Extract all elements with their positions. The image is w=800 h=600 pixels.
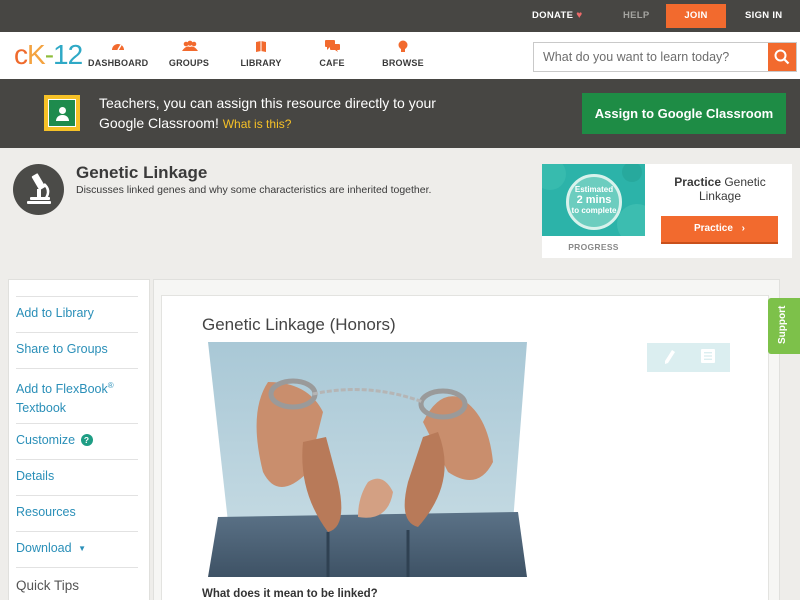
sidebar-resources[interactable]: Resources — [16, 503, 138, 522]
registered-mark: ® — [107, 381, 114, 390]
help-link[interactable]: HELP — [623, 0, 650, 32]
practice-title-bold: Practice — [674, 175, 721, 189]
sidebar-add-to-flexbook[interactable]: Add to FlexBook® Textbook — [16, 376, 138, 418]
download-label: Download — [16, 541, 72, 555]
concept-description: Discusses linked genes and why some char… — [76, 184, 432, 196]
assign-to-classroom-button[interactable]: Assign to Google Classroom — [582, 93, 786, 134]
customize-label: Customize — [16, 433, 76, 447]
dashboard-icon — [111, 40, 125, 52]
help-question-icon[interactable]: ? — [80, 434, 93, 446]
sidebar-share-to-groups[interactable]: Share to Groups — [16, 340, 138, 359]
join-button[interactable]: JOIN — [666, 4, 726, 28]
nav-groups[interactable]: GROUPS — [167, 40, 211, 68]
sidebar-divider — [16, 531, 138, 532]
banner-text: Teachers, you can assign this resource d… — [99, 93, 479, 134]
nav-cafe-label: CAFE — [319, 58, 345, 68]
handcuffed-hands-image — [208, 342, 527, 577]
nav-cafe[interactable]: CAFE — [316, 40, 348, 68]
sidebar-quick-tips[interactable]: Quick Tips — [16, 576, 138, 595]
heart-icon: ♥ — [576, 10, 583, 21]
microscope-icon — [13, 164, 64, 215]
article-title: Genetic Linkage (Honors) — [202, 315, 396, 334]
estimate-bottom: to complete — [571, 206, 617, 215]
donate-link[interactable]: DONATE ♥ — [532, 0, 582, 32]
pencil-icon[interactable] — [664, 349, 676, 368]
sidebar-add-to-library[interactable]: Add to Library — [16, 304, 138, 323]
article-tools — [647, 343, 730, 372]
cafe-icon — [325, 40, 340, 52]
ck12-logo[interactable]: cK-12 — [14, 39, 83, 70]
nav-browse[interactable]: BROWSE — [382, 40, 424, 68]
flexbook-label-2: Textbook — [16, 401, 67, 416]
notes-icon[interactable] — [701, 349, 715, 366]
sidebar-customize[interactable]: Customize ? — [16, 431, 138, 450]
logo-12: 12 — [53, 39, 83, 70]
main-nav: cK-12 DASHBOARD GROUPS LIBRARY CAFE BROW… — [0, 32, 800, 79]
chevron-right-icon: › — [741, 223, 746, 234]
practice-card: Estimated 2 mins to complete PROGRESS Pr… — [542, 164, 792, 258]
nav-dashboard[interactable]: DASHBOARD — [88, 40, 148, 68]
google-classroom-icon — [44, 95, 80, 131]
practice-button-label: Practice — [693, 223, 733, 234]
what-is-this-link[interactable]: What is this? — [223, 117, 292, 131]
flexbook-label-1: Add to FlexBook — [16, 382, 108, 397]
sign-in-link[interactable]: SIGN IN — [745, 0, 782, 32]
caret-down-icon: ▼ — [78, 544, 86, 553]
progress-label: PROGRESS — [568, 242, 619, 252]
support-tab[interactable]: Support — [768, 298, 800, 354]
sidebar-details[interactable]: Details — [16, 467, 138, 486]
search-button[interactable] — [768, 43, 796, 71]
time-estimate-badge: Estimated 2 mins to complete — [566, 174, 622, 230]
support-label: Support — [777, 305, 788, 344]
concept-title: Genetic Linkage — [76, 163, 208, 182]
search-input[interactable] — [534, 43, 768, 71]
sidebar-divider — [16, 495, 138, 496]
estimate-mins: 2 mins — [576, 194, 612, 206]
library-icon — [254, 40, 268, 52]
sidebar-divider — [16, 296, 138, 297]
practice-thumbnail[interactable]: Estimated 2 mins to complete — [542, 164, 645, 236]
logo-k: K — [27, 39, 46, 70]
sidebar-divider — [16, 567, 138, 568]
logo-dash: - — [44, 39, 54, 70]
search-icon — [774, 49, 790, 65]
sidebar-divider — [16, 368, 138, 369]
article-subheading: What does it mean to be linked? — [202, 588, 378, 600]
nav-dashboard-label: DASHBOARD — [88, 58, 149, 68]
sidebar-divider — [16, 423, 138, 424]
donate-label: DONATE — [532, 10, 574, 21]
search-box — [533, 42, 797, 72]
nav-library[interactable]: LIBRARY — [240, 40, 282, 68]
practice-title: Practice Genetic Linkage — [655, 175, 785, 203]
sidebar-divider — [16, 459, 138, 460]
nav-library-label: LIBRARY — [240, 58, 282, 68]
sidebar-divider — [16, 332, 138, 333]
estimate-top: Estimated — [574, 185, 614, 194]
logo-c: c — [14, 39, 28, 70]
nav-groups-label: GROUPS — [168, 58, 210, 68]
practice-button[interactable]: Practice › — [661, 216, 778, 244]
browse-icon — [396, 40, 410, 52]
top-bar: DONATE ♥ HELP JOIN SIGN IN — [0, 0, 800, 32]
nav-browse-label: BROWSE — [382, 58, 424, 68]
groups-icon — [182, 40, 198, 52]
sidebar-download[interactable]: Download ▼ — [16, 539, 138, 558]
